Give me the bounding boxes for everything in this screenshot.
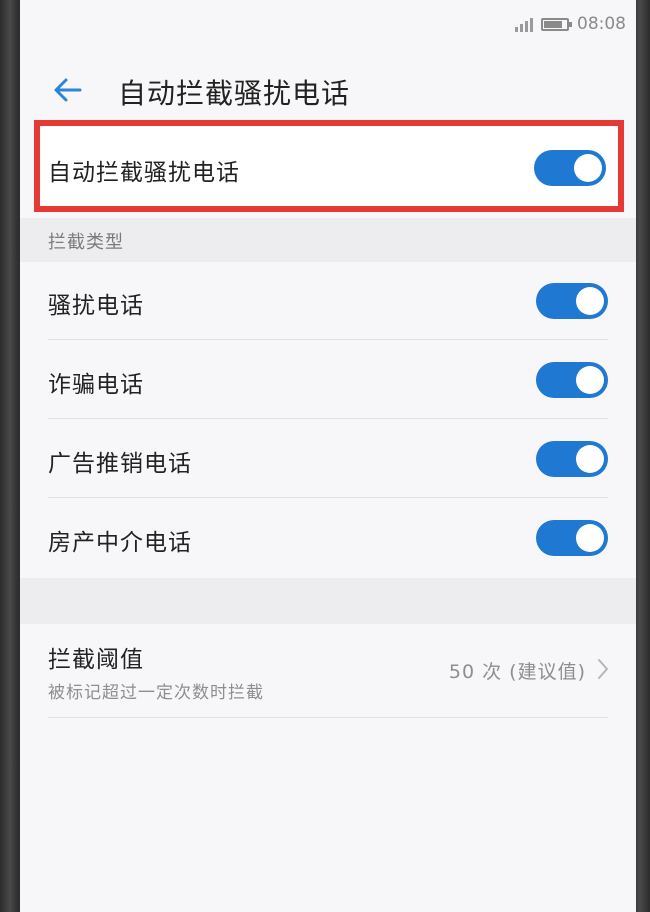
- harassment-toggle-switch[interactable]: [536, 283, 608, 319]
- real-estate-toggle-switch[interactable]: [536, 520, 608, 556]
- divider: [48, 497, 608, 498]
- type-row-advertising[interactable]: 广告推销电话: [20, 420, 636, 498]
- advertising-toggle-switch[interactable]: [536, 441, 608, 477]
- header: 自动拦截骚扰电话: [20, 60, 636, 120]
- threshold-value: 50 次 (建议值): [448, 661, 586, 683]
- fraud-toggle-switch[interactable]: [536, 362, 608, 398]
- type-row-label: 广告推销电话: [48, 451, 192, 477]
- threshold-title: 拦截阈值: [48, 647, 144, 673]
- type-row-label: 诈骗电话: [48, 372, 144, 398]
- back-arrow-icon[interactable]: [50, 72, 86, 108]
- phone-frame: 08:08 自动拦截骚扰电话 自动拦截骚扰电话 拦截类型 骚扰电话 诈骗电话 广…: [0, 0, 650, 912]
- type-row-real-estate[interactable]: 房产中介电话: [20, 499, 636, 577]
- master-toggle-label: 自动拦截骚扰电话: [48, 160, 240, 186]
- divider: [48, 418, 608, 419]
- section-header-label: 拦截类型: [48, 232, 124, 253]
- type-row-fraud[interactable]: 诈骗电话: [20, 341, 636, 419]
- status-time: 08:08: [577, 14, 626, 34]
- battery-icon: [541, 17, 572, 31]
- chevron-right-icon: [598, 659, 608, 679]
- status-bar: 08:08: [20, 0, 636, 48]
- divider: [48, 717, 608, 718]
- section-header: 拦截类型: [20, 218, 636, 262]
- master-toggle-row[interactable]: 自动拦截骚扰电话: [20, 126, 636, 206]
- type-row-harassment[interactable]: 骚扰电话: [20, 262, 636, 340]
- screen: 08:08 自动拦截骚扰电话 自动拦截骚扰电话 拦截类型 骚扰电话 诈骗电话 广…: [20, 0, 636, 912]
- signal-icon: [515, 16, 533, 32]
- type-row-label: 骚扰电话: [48, 293, 144, 319]
- section-gap: [20, 578, 636, 624]
- master-toggle-switch[interactable]: [534, 150, 606, 186]
- type-row-label: 房产中介电话: [48, 530, 192, 556]
- page-title: 自动拦截骚扰电话: [118, 77, 351, 110]
- threshold-subtitle: 被标记超过一定次数时拦截: [48, 683, 264, 703]
- divider: [48, 339, 608, 340]
